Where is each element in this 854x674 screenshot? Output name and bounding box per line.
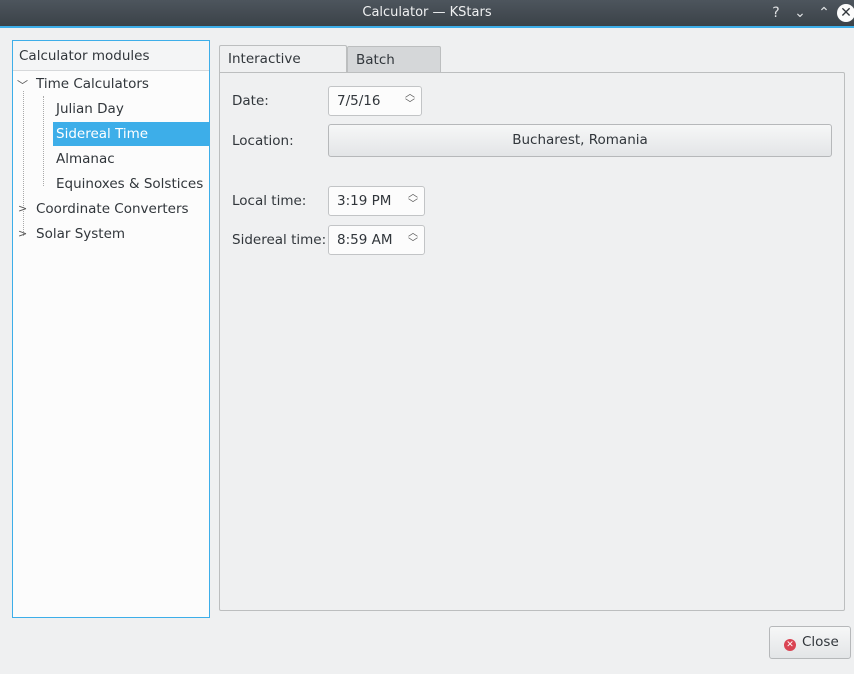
- module-tree[interactable]: Calculator modules ﹀ Time Calculators Ju…: [12, 40, 210, 618]
- local-time-value: 3:19 PM: [337, 193, 392, 209]
- title-bar: Calculator — KStars ? ⌄ ⌃ ✕: [0, 0, 854, 28]
- help-button[interactable]: ?: [767, 4, 785, 22]
- tree-item-julian-day[interactable]: Julian Day: [56, 97, 124, 121]
- chevron-right-icon[interactable]: >: [18, 227, 27, 240]
- sidereal-time-spinbox[interactable]: 8:59 AM ︿ ﹀: [328, 225, 425, 255]
- close-icon: ✕: [784, 639, 796, 651]
- tab-interactive-mode[interactable]: Interactive Mode: [219, 45, 347, 94]
- window-title: Calculator — KStars: [362, 5, 492, 20]
- close-button[interactable]: ✕ Close: [769, 626, 851, 659]
- tree-item-almanac[interactable]: Almanac: [56, 147, 115, 171]
- tab-batch-mode[interactable]: Batch Mode: [347, 46, 441, 94]
- date-spinbox[interactable]: 7/5/16 ︿ ﹀: [328, 86, 422, 116]
- close-label: Close: [802, 634, 839, 650]
- minimize-button[interactable]: ⌄: [791, 4, 809, 22]
- tree-line: [43, 96, 44, 186]
- location-label: Location:: [232, 133, 294, 149]
- spin-arrows-icon[interactable]: ︿ ﹀: [405, 90, 415, 110]
- location-button[interactable]: Bucharest, Romania: [328, 124, 832, 157]
- spin-arrows-icon[interactable]: ︿ ﹀: [408, 229, 418, 249]
- tree-header: Calculator modules: [13, 41, 209, 71]
- date-value: 7/5/16: [337, 93, 381, 109]
- date-label: Date:: [232, 93, 269, 109]
- chevron-right-icon[interactable]: >: [18, 202, 27, 215]
- chevron-down-icon[interactable]: ﹀: [17, 77, 28, 93]
- spin-arrows-icon[interactable]: ︿ ﹀: [408, 190, 418, 210]
- sidereal-time-label: Sidereal time:: [232, 232, 327, 248]
- tree-item-equinoxes[interactable]: Equinoxes & Solstices: [56, 172, 203, 196]
- maximize-button[interactable]: ⌃: [815, 4, 833, 22]
- local-time-label: Local time:: [232, 193, 307, 209]
- tree-item-solar-system[interactable]: Solar System: [36, 222, 125, 246]
- tree-item-coordinate-converters[interactable]: Coordinate Converters: [36, 197, 189, 221]
- interactive-panel: Date: 7/5/16 ︿ ﹀ Location: Bucharest, Rom…: [219, 72, 845, 611]
- sidereal-time-value: 8:59 AM: [337, 232, 393, 248]
- tree-item-sidereal-time[interactable]: Sidereal Time: [53, 122, 209, 146]
- local-time-spinbox[interactable]: 3:19 PM ︿ ﹀: [328, 186, 425, 216]
- close-window-button[interactable]: ✕: [837, 4, 854, 22]
- tree-item-time-calculators[interactable]: Time Calculators: [36, 72, 149, 96]
